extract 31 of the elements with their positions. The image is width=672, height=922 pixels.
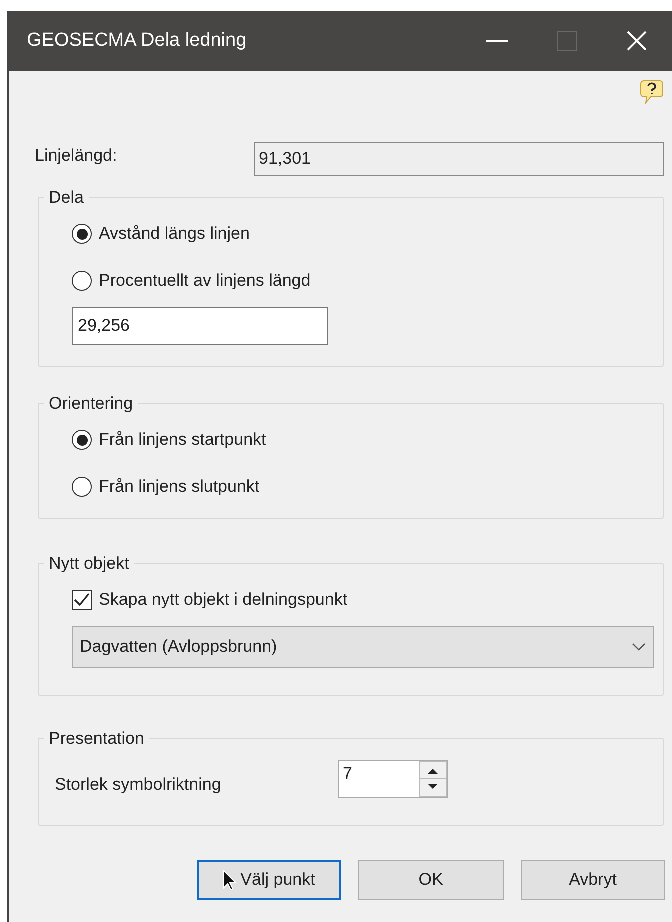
checkbox-label: Skapa nytt objekt i delningspunkt [99, 589, 348, 612]
radio-button[interactable] [72, 271, 92, 291]
length-field: 91,301 [254, 142, 664, 176]
cursor-icon [222, 870, 237, 890]
radio-button[interactable] [72, 430, 92, 450]
window-title: GEOSECMA Dela ledning [27, 28, 248, 53]
close-icon [627, 31, 647, 51]
radio-label: Från linjens slutpunkt [99, 476, 260, 498]
size-spinner[interactable]: 7 [338, 760, 448, 798]
group-title: Dela [48, 187, 85, 209]
help-icon[interactable] [640, 79, 664, 105]
dialog-button[interactable]: Välj punkt [197, 860, 342, 900]
distance-field[interactable]: 29,256 [72, 306, 328, 344]
radio-label: Avstånd längs linjen [99, 223, 250, 246]
minimize-icon [486, 40, 508, 42]
group-title: Orientering [48, 393, 134, 415]
size-label: Storlek symbolriktning [55, 774, 222, 796]
radio-label: Procentuellt av linjens längd [99, 270, 311, 292]
spin-arrows-icon[interactable] [419, 760, 447, 796]
checkbox[interactable] [72, 590, 92, 610]
chevron-down-icon [632, 642, 646, 650]
group-title: Presentation [48, 728, 146, 750]
dialog-button[interactable]: OK [358, 860, 504, 900]
length-label: Linjelängd: [35, 145, 118, 168]
group-title: Nytt objekt [48, 553, 130, 575]
radio-label: Från linjens startpunkt [99, 429, 266, 452]
object-type-dropdown[interactable]: Dagvatten (Avloppsbrunn) [72, 626, 654, 668]
maximize-icon [557, 31, 577, 51]
radio-button[interactable] [72, 224, 92, 244]
dialog-button[interactable]: Avbryt [521, 860, 665, 900]
radio-button[interactable] [72, 477, 92, 497]
